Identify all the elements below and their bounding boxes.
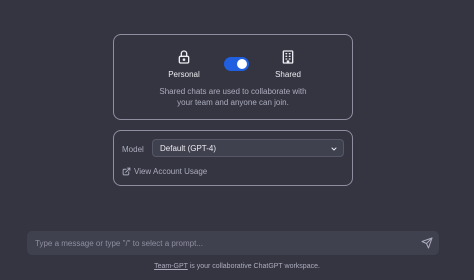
model-label: Model [122, 145, 144, 154]
footer: Team-GPT is your collaborative ChatGPT w… [0, 263, 474, 270]
shared-mode-option[interactable]: Shared [258, 49, 318, 79]
personal-mode-option[interactable]: Personal [154, 49, 214, 79]
view-account-usage-label: View Account Usage [134, 167, 208, 176]
chat-mode-card: Personal Shared Shared chats are used to… [113, 34, 353, 120]
mode-description: Shared chats are used to collaborate wit… [114, 86, 352, 108]
building-icon [282, 50, 294, 64]
shared-mode-toggle[interactable] [224, 57, 249, 71]
chevron-down-icon [331, 147, 337, 151]
shared-mode-label: Shared [275, 70, 301, 79]
message-input[interactable] [35, 231, 415, 255]
message-composer [27, 231, 439, 255]
view-account-usage-link[interactable]: View Account Usage [122, 167, 207, 176]
send-icon [421, 237, 433, 249]
footer-text: is your collaborative ChatGPT workspace. [187, 263, 320, 270]
send-button[interactable] [421, 236, 435, 250]
team-gpt-link[interactable]: Team-GPT [154, 263, 188, 270]
personal-mode-label: Personal [168, 70, 200, 79]
mode-description-line: Shared chats are used to collaborate wit… [159, 87, 307, 96]
model-settings-card: Model Default (GPT-4) View Account Usage [113, 130, 353, 186]
model-select[interactable]: Default (GPT-4) [152, 139, 344, 157]
model-select-value: Default (GPT-4) [160, 144, 217, 153]
lock-icon [178, 50, 190, 64]
external-link-icon [122, 167, 131, 176]
toggle-knob [237, 59, 247, 69]
mode-description-line: your team and anyone can join. [177, 98, 289, 107]
